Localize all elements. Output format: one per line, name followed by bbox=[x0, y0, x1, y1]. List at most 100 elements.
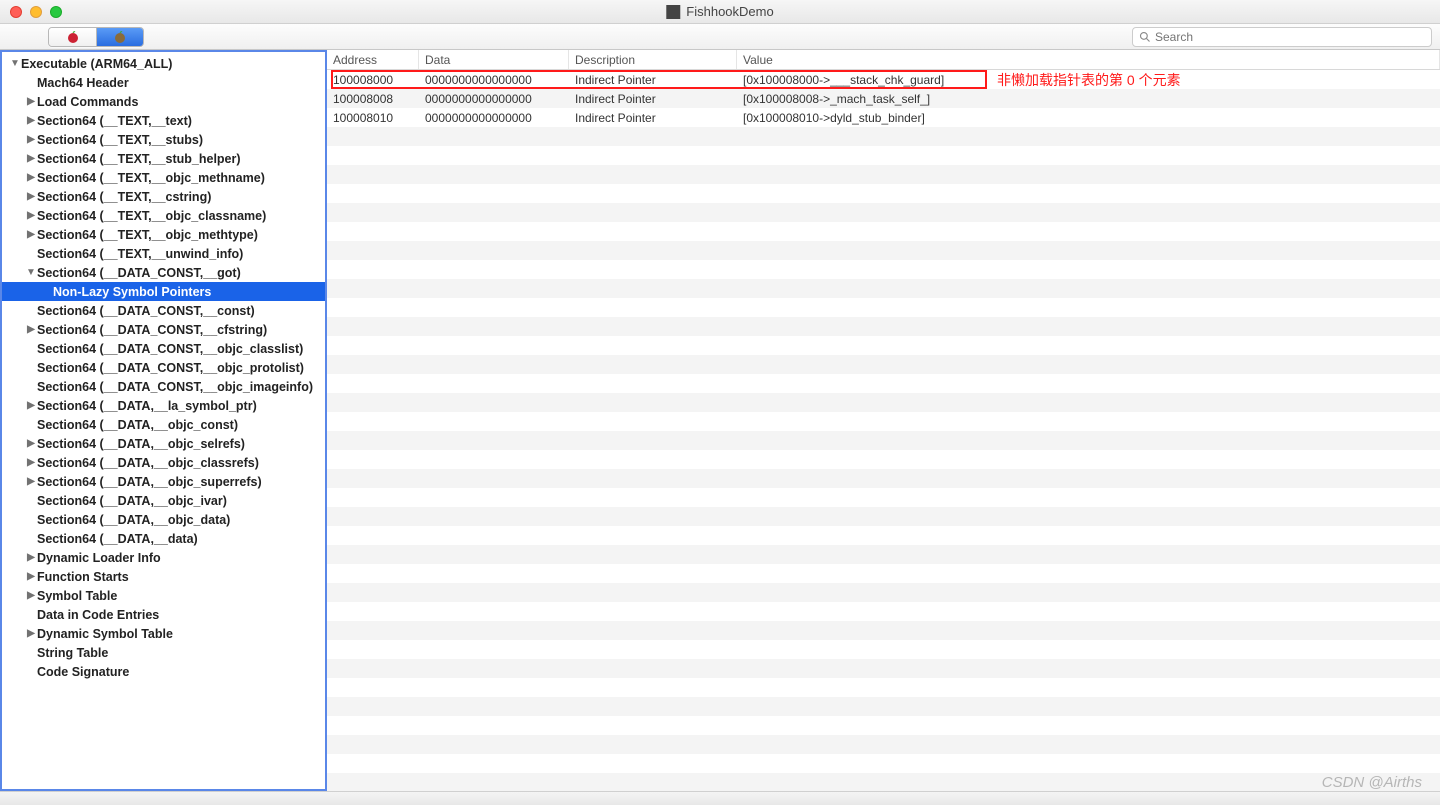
minimize-icon[interactable] bbox=[30, 6, 42, 18]
sidebar[interactable]: ▼Executable (ARM64_ALL)Mach64 Header▶Loa… bbox=[0, 50, 327, 791]
chevron-right-icon[interactable]: ▶ bbox=[26, 134, 36, 145]
chevron-right-icon[interactable]: ▶ bbox=[26, 96, 36, 107]
chevron-right-icon[interactable]: ▶ bbox=[26, 476, 36, 487]
tree-item-label: Section64 (__TEXT,__cstring) bbox=[37, 190, 211, 204]
tree-item[interactable]: ▶Function Starts bbox=[2, 567, 325, 586]
zoom-icon[interactable] bbox=[50, 6, 62, 18]
tree-item[interactable]: ▶Section64 (__DATA,__la_symbol_ptr) bbox=[2, 396, 325, 415]
tree-item-label: Section64 (__DATA_CONST,__objc_protolist… bbox=[37, 361, 304, 375]
tree-item[interactable]: Section64 (__TEXT,__unwind_info) bbox=[2, 244, 325, 263]
tree-item[interactable]: ▶Section64 (__DATA,__objc_superrefs) bbox=[2, 472, 325, 491]
chevron-right-icon[interactable]: ▶ bbox=[26, 571, 36, 582]
table-row-empty bbox=[327, 393, 1440, 412]
tree-item[interactable]: ▶Section64 (__DATA,__objc_classrefs) bbox=[2, 453, 325, 472]
tree-item[interactable]: ▶Load Commands bbox=[2, 92, 325, 111]
tree-item[interactable]: ▶Section64 (__TEXT,__stubs) bbox=[2, 130, 325, 149]
tree-item[interactable]: ▼Section64 (__DATA_CONST,__got) bbox=[2, 263, 325, 282]
tree-item[interactable]: ▶Section64 (__TEXT,__objc_methtype) bbox=[2, 225, 325, 244]
view-mode-1-button[interactable] bbox=[49, 28, 96, 46]
tree-item[interactable]: Non-Lazy Symbol Pointers bbox=[2, 282, 325, 301]
chevron-right-icon[interactable]: ▶ bbox=[26, 457, 36, 468]
tree-item[interactable]: ▶Dynamic Loader Info bbox=[2, 548, 325, 567]
chevron-right-icon[interactable]: ▶ bbox=[26, 172, 36, 183]
chevron-down-icon[interactable]: ▼ bbox=[10, 58, 20, 69]
header-value[interactable]: Value bbox=[737, 50, 1440, 69]
tree-item-label: Section64 (__DATA,__objc_const) bbox=[37, 418, 238, 432]
apple-brown-icon bbox=[112, 30, 128, 44]
table-row[interactable]: 1000080000000000000000000Indirect Pointe… bbox=[327, 70, 1440, 89]
tree-item[interactable]: Section64 (__DATA,__objc_data) bbox=[2, 510, 325, 529]
table-row-empty bbox=[327, 659, 1440, 678]
cell-data: 0000000000000000 bbox=[419, 73, 569, 87]
tree-item[interactable]: ▶Section64 (__TEXT,__text) bbox=[2, 111, 325, 130]
close-icon[interactable] bbox=[10, 6, 22, 18]
chevron-right-icon[interactable]: ▶ bbox=[26, 590, 36, 601]
tree-item[interactable]: ▶Section64 (__TEXT,__cstring) bbox=[2, 187, 325, 206]
window-footer bbox=[0, 791, 1440, 805]
tree-item[interactable]: Section64 (__DATA_CONST,__objc_protolist… bbox=[2, 358, 325, 377]
tree-item-label: Section64 (__DATA,__objc_ivar) bbox=[37, 494, 227, 508]
tree-item[interactable]: ▶Section64 (__DATA,__objc_selrefs) bbox=[2, 434, 325, 453]
tree-item[interactable]: Code Signature bbox=[2, 662, 325, 681]
chevron-right-icon[interactable]: ▶ bbox=[26, 153, 36, 164]
table-row[interactable]: 1000080080000000000000000Indirect Pointe… bbox=[327, 89, 1440, 108]
tree-item-label: Section64 (__DATA,__la_symbol_ptr) bbox=[37, 399, 257, 413]
table-row-empty bbox=[327, 355, 1440, 374]
tree-item[interactable]: Section64 (__DATA,__objc_const) bbox=[2, 415, 325, 434]
table-row-empty bbox=[327, 621, 1440, 640]
watermark: CSDN @Airths bbox=[1322, 774, 1422, 791]
tree-item[interactable]: ▶Section64 (__TEXT,__objc_classname) bbox=[2, 206, 325, 225]
header-address[interactable]: Address bbox=[327, 50, 419, 69]
tree-item[interactable]: ▶Section64 (__TEXT,__objc_methname) bbox=[2, 168, 325, 187]
tree-item-label: Section64 (__TEXT,__objc_methname) bbox=[37, 171, 265, 185]
tree-item-label: Section64 (__TEXT,__unwind_info) bbox=[37, 247, 243, 261]
cell-description: Indirect Pointer bbox=[569, 92, 737, 106]
table-row-empty bbox=[327, 374, 1440, 393]
toolbar bbox=[0, 24, 1440, 50]
header-data[interactable]: Data bbox=[419, 50, 569, 69]
tree-item-label: Section64 (__DATA_CONST,__const) bbox=[37, 304, 255, 318]
table-row-empty bbox=[327, 469, 1440, 488]
chevron-right-icon[interactable]: ▶ bbox=[26, 628, 36, 639]
tree-item[interactable]: ▶Symbol Table bbox=[2, 586, 325, 605]
chevron-right-icon[interactable]: ▶ bbox=[26, 210, 36, 221]
tree-item[interactable]: String Table bbox=[2, 643, 325, 662]
tree-item[interactable]: ▶Section64 (__TEXT,__stub_helper) bbox=[2, 149, 325, 168]
tree-item[interactable]: Section64 (__DATA,__data) bbox=[2, 529, 325, 548]
tree-item[interactable]: Section64 (__DATA_CONST,__objc_classlist… bbox=[2, 339, 325, 358]
tree-item-label: Dynamic Loader Info bbox=[37, 551, 161, 565]
tree-item-label: Section64 (__DATA_CONST,__objc_imageinfo… bbox=[37, 380, 313, 394]
table-row-empty bbox=[327, 165, 1440, 184]
tree-item-label: Section64 (__DATA,__objc_data) bbox=[37, 513, 230, 527]
table-header: Address Data Description Value bbox=[327, 50, 1440, 70]
chevron-right-icon[interactable]: ▶ bbox=[26, 229, 36, 240]
tree-item-label: Section64 (__DATA,__objc_superrefs) bbox=[37, 475, 262, 489]
tree-item[interactable]: ▶Dynamic Symbol Table bbox=[2, 624, 325, 643]
header-description[interactable]: Description bbox=[569, 50, 737, 69]
chevron-down-icon[interactable]: ▼ bbox=[26, 267, 36, 278]
chevron-right-icon[interactable]: ▶ bbox=[26, 115, 36, 126]
tree-item[interactable]: Data in Code Entries bbox=[2, 605, 325, 624]
search-input[interactable] bbox=[1155, 30, 1425, 44]
tree-item-label: Function Starts bbox=[37, 570, 129, 584]
chevron-right-icon[interactable]: ▶ bbox=[26, 438, 36, 449]
window-titlebar: FishhookDemo bbox=[0, 0, 1440, 24]
tree-item[interactable]: Section64 (__DATA_CONST,__objc_imageinfo… bbox=[2, 377, 325, 396]
tree-item[interactable]: ▶Section64 (__DATA_CONST,__cfstring) bbox=[2, 320, 325, 339]
tree-item[interactable]: Mach64 Header bbox=[2, 73, 325, 92]
tree-item-label: Non-Lazy Symbol Pointers bbox=[53, 285, 211, 299]
cell-address: 100008010 bbox=[327, 111, 419, 125]
chevron-right-icon[interactable]: ▶ bbox=[26, 400, 36, 411]
chevron-right-icon[interactable]: ▶ bbox=[26, 552, 36, 563]
view-mode-2-button[interactable] bbox=[96, 28, 143, 46]
tree-item[interactable]: ▼Executable (ARM64_ALL) bbox=[2, 54, 325, 73]
chevron-right-icon[interactable]: ▶ bbox=[26, 324, 36, 335]
tree-item[interactable]: Section64 (__DATA_CONST,__const) bbox=[2, 301, 325, 320]
table-row[interactable]: 1000080100000000000000000Indirect Pointe… bbox=[327, 108, 1440, 127]
tree-item[interactable]: Section64 (__DATA,__objc_ivar) bbox=[2, 491, 325, 510]
chevron-right-icon[interactable]: ▶ bbox=[26, 191, 36, 202]
search-field[interactable] bbox=[1132, 27, 1432, 47]
window-title: FishhookDemo bbox=[666, 4, 773, 19]
search-icon bbox=[1139, 31, 1151, 43]
table-body[interactable]: 1000080000000000000000000Indirect Pointe… bbox=[327, 70, 1440, 791]
